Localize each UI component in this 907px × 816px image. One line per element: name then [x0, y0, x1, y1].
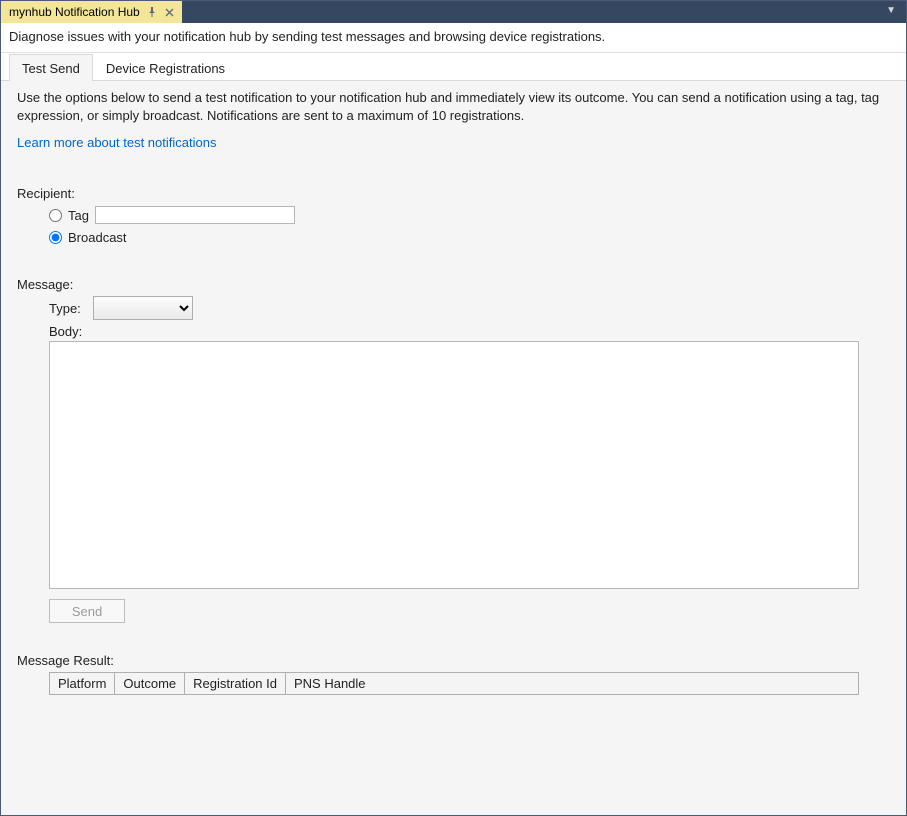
- tab-strip: Test Send Device Registrations: [1, 53, 906, 81]
- message-type-select[interactable]: [93, 296, 193, 320]
- window-menu-icon[interactable]: ▼: [882, 3, 900, 18]
- title-bar: mynhub Notification Hub ▼: [1, 1, 906, 23]
- recipient-broadcast-radio[interactable]: [49, 231, 62, 244]
- message-type-row: Type:: [49, 296, 890, 320]
- message-label: Message:: [17, 277, 890, 292]
- pin-icon[interactable]: [146, 6, 158, 18]
- document-tab-title: mynhub Notification Hub: [9, 5, 140, 19]
- tab-test-send[interactable]: Test Send: [9, 54, 93, 81]
- recipient-tag-label: Tag: [68, 208, 89, 223]
- send-button[interactable]: Send: [49, 599, 125, 623]
- recipient-tag-row: Tag: [49, 205, 890, 225]
- col-registration-id[interactable]: Registration Id: [185, 673, 286, 695]
- message-body-textarea[interactable]: [49, 341, 859, 589]
- table-header-row: Platform Outcome Registration Id PNS Han…: [50, 673, 859, 695]
- notification-hub-window: mynhub Notification Hub ▼ Diagnose issue…: [0, 0, 907, 816]
- message-result-table: Platform Outcome Registration Id PNS Han…: [49, 672, 859, 695]
- close-icon[interactable]: [164, 6, 176, 18]
- message-result-label: Message Result:: [17, 653, 890, 668]
- description-text: Diagnose issues with your notification h…: [9, 29, 605, 44]
- recipient-broadcast-label: Broadcast: [68, 230, 127, 245]
- tab-device-registrations-label: Device Registrations: [106, 61, 225, 76]
- content-area: Use the options below to send a test not…: [1, 81, 906, 815]
- document-tab[interactable]: mynhub Notification Hub: [1, 1, 182, 23]
- col-pns-handle[interactable]: PNS Handle: [285, 673, 858, 695]
- recipient-tag-radio[interactable]: [49, 209, 62, 222]
- intro-text: Use the options below to send a test not…: [17, 89, 890, 125]
- message-block: Message: Type: Body: Send: [17, 277, 890, 623]
- description-strip: Diagnose issues with your notification h…: [1, 23, 906, 53]
- message-body-label: Body:: [49, 324, 890, 339]
- col-platform[interactable]: Platform: [50, 673, 115, 695]
- recipient-broadcast-row: Broadcast: [49, 227, 890, 247]
- tab-test-send-label: Test Send: [22, 61, 80, 76]
- learn-more-link[interactable]: Learn more about test notifications: [17, 135, 216, 150]
- tab-device-registrations[interactable]: Device Registrations: [93, 54, 238, 81]
- col-outcome[interactable]: Outcome: [115, 673, 185, 695]
- message-type-label: Type:: [49, 301, 81, 316]
- send-button-label: Send: [72, 604, 102, 619]
- recipient-label: Recipient:: [17, 186, 890, 201]
- recipient-tag-input[interactable]: [95, 206, 295, 224]
